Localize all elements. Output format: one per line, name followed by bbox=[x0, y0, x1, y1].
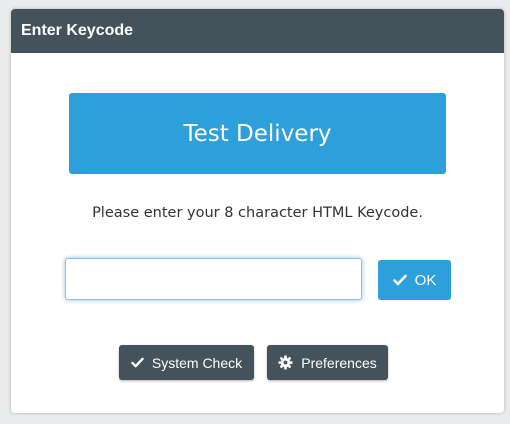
system-check-button[interactable]: System Check bbox=[119, 345, 254, 380]
ok-button[interactable]: OK bbox=[378, 260, 451, 300]
gear-icon bbox=[278, 355, 293, 370]
keycode-input[interactable] bbox=[65, 258, 362, 300]
banner-label: Test Delivery bbox=[183, 120, 332, 147]
test-delivery-banner: Test Delivery bbox=[69, 93, 446, 174]
check-icon bbox=[131, 357, 144, 368]
system-check-label: System Check bbox=[151, 354, 243, 371]
preferences-label: Preferences bbox=[301, 354, 377, 371]
ok-button-label: OK bbox=[414, 271, 437, 289]
preferences-button[interactable]: Preferences bbox=[267, 345, 388, 380]
keycode-dialog: Enter Keycode Test Delivery Please enter… bbox=[11, 9, 504, 413]
dialog-title: Enter Keycode bbox=[11, 9, 504, 53]
instructions-text: Please enter your 8 character HTML Keyco… bbox=[92, 205, 423, 221]
check-icon bbox=[392, 274, 407, 286]
